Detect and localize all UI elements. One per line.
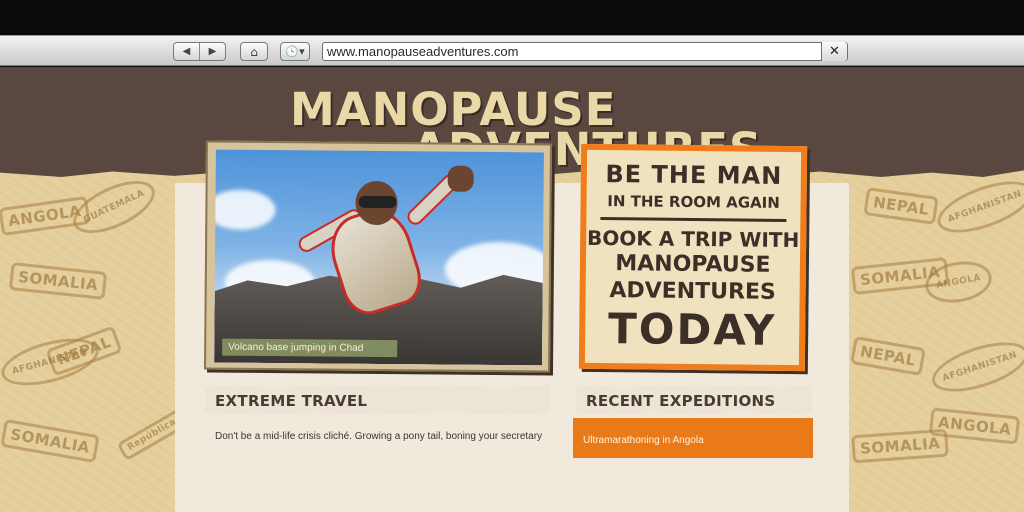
address-bar[interactable]: ✕ [322,42,848,61]
stop-button[interactable]: ✕ [821,42,847,61]
hero-photo[interactable]: Volcano base jumping in Chad [214,149,544,366]
stamp: SOMALIA [8,262,108,300]
expedition-link[interactable]: Ultramarathoning in Angola [583,435,704,446]
stamp: SOMALIA [0,418,101,464]
stamp: GUATEMALA [65,170,163,244]
cloud [214,189,276,231]
promo-line-1: BE THE MAN [605,160,783,190]
url-input[interactable] [327,44,817,59]
stamp: AFGHANISTAN [926,332,1024,402]
extreme-travel-heading: EXTREME TRAVEL [205,385,550,415]
recent-expeditions-list: Ultramarathoning in Angola [573,418,813,458]
promo-line-5: ADVENTURES [609,278,776,305]
goggles [358,195,397,209]
back-icon[interactable]: ◀ [174,46,199,57]
home-icon: ⌂ [250,44,258,59]
history-button[interactable]: 🕓▾ [280,42,310,61]
promo-divider [600,217,787,222]
hero-photo-frame: Volcano base jumping in Chad [204,140,552,373]
stamp: AFGHANISTAN [0,329,104,395]
promo-line-4: MANOPAUSE [615,251,771,278]
promo-card[interactable]: BE THE MAN IN THE ROOM AGAIN BOOK A TRIP… [578,143,808,372]
stamp: NEPAL [850,335,926,377]
extreme-travel-text: Don't be a mid-life crisis cliché. Growi… [215,431,543,442]
stamp: NEPAL [863,187,939,225]
promo-line-3: BOOK A TRIP WITH [586,225,800,253]
close-icon: ✕ [829,44,840,59]
top-black-bar [0,0,1024,35]
clock-icon: 🕓▾ [285,45,305,58]
stamp: AFGHANISTAN [931,171,1024,243]
promo-line-6: TODAY [607,304,777,355]
back-forward-buttons[interactable]: ◀ ▶ [173,42,226,61]
recent-expeditions-heading: RECENT EXPEDITIONS [576,385,812,415]
skydiver-hand [447,165,474,192]
browser-toolbar: ◀ ▶ ⌂ 🕓▾ ✕ [0,35,1024,66]
home-button[interactable]: ⌂ [240,42,268,61]
photo-caption: Volcano base jumping in Chad [222,338,398,358]
forward-icon[interactable]: ▶ [200,46,225,57]
promo-line-2: IN THE ROOM AGAIN [607,192,780,212]
